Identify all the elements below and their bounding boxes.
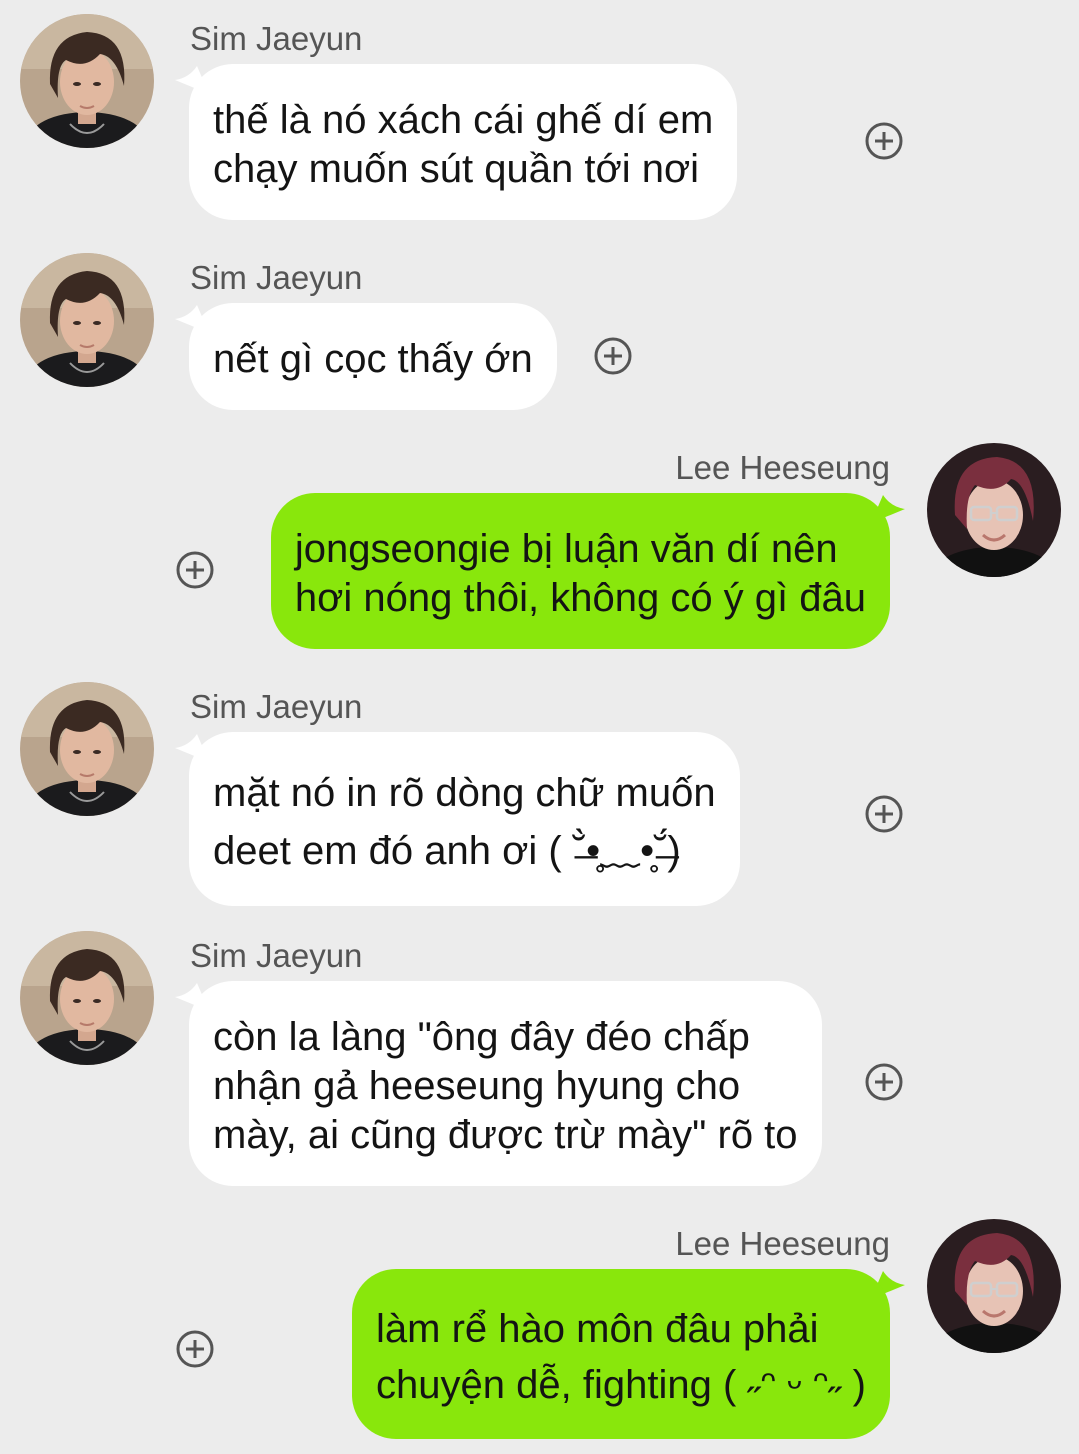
avatar[interactable] [927,443,1061,577]
avatar-photo [20,253,154,387]
plus-circle-icon[interactable] [175,1329,215,1369]
avatar-photo [927,1219,1061,1353]
avatar[interactable] [20,253,154,387]
sender-name: Sim Jaeyun [190,259,363,296]
message-bubble[interactable]: mặt nó in rõ dòng chữ muốn deet em đó an… [189,732,740,906]
message-bubble[interactable]: jongseongie bị luận văn dí nên hơi nóng … [270,493,890,649]
sender-name: Sim Jaeyun [190,937,363,974]
plus-circle-icon[interactable] [864,1062,904,1102]
sender-name: Sim Jaeyun [190,688,363,725]
plus-circle-icon[interactable] [175,550,215,590]
message-bubble[interactable]: nết gì cọc thấy ớn [189,303,557,410]
plus-circle-icon[interactable] [864,121,904,161]
sender-name: Lee Heeseung [675,1225,890,1262]
avatar-photo [20,14,154,148]
avatar-photo [20,931,154,1065]
avatar[interactable] [20,682,154,816]
avatar-photo [927,443,1061,577]
message-bubble[interactable]: làm rể hào môn đâu phải chuyện dễ, fight… [352,1269,890,1439]
avatar[interactable] [927,1219,1061,1353]
avatar[interactable] [20,14,154,148]
sender-name: Lee Heeseung [675,449,890,486]
sender-name: Sim Jaeyun [190,20,363,57]
message-bubble[interactable]: còn la làng "ông đây đéo chấp nhận gả he… [189,981,822,1186]
avatar-photo [20,682,154,816]
avatar[interactable] [20,931,154,1065]
message-bubble[interactable]: thế là nó xách cái ghế dí em chạy muốn s… [189,64,738,220]
plus-circle-icon[interactable] [593,336,633,376]
plus-circle-icon[interactable] [864,794,904,834]
